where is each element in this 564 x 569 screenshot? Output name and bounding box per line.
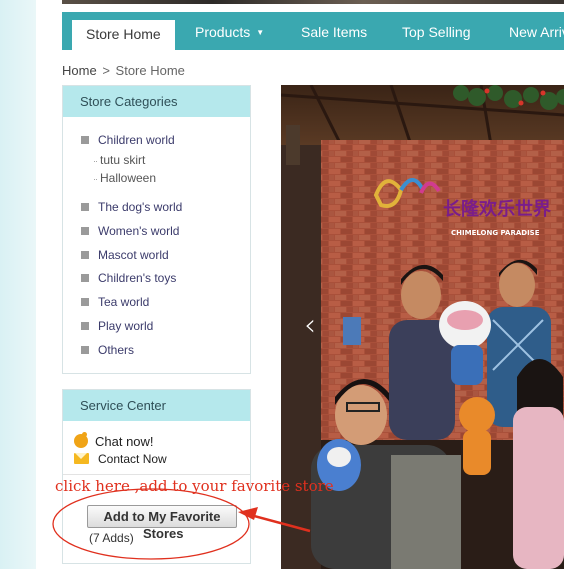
category-tea-world[interactable]: Tea world <box>81 295 149 309</box>
envelope-icon <box>74 453 89 464</box>
square-bullet-icon <box>81 203 89 211</box>
store-categories-title: Store Categories <box>63 86 250 117</box>
store-nav-bar: Store Home Products ▼ Sale Items Top Sell… <box>62 12 564 50</box>
nav-store-home-label: Store Home <box>86 26 161 42</box>
square-bullet-icon <box>81 346 89 354</box>
store-categories-panel: Store Categories Children world ·· tutu s… <box>62 85 251 374</box>
nav-store-home[interactable]: Store Home <box>72 20 175 50</box>
breadcrumb: Home > Store Home <box>62 63 185 78</box>
nav-products-label: Products <box>195 24 251 40</box>
category-label: Children's toys <box>98 271 177 285</box>
category-label: Women's world <box>98 224 180 238</box>
nav-products[interactable]: Products ▼ <box>195 12 264 50</box>
category-childrens-toys[interactable]: Children's toys <box>81 271 176 285</box>
square-bullet-icon <box>81 298 89 306</box>
nav-top-selling[interactable]: Top Selling <box>402 12 471 50</box>
divider <box>63 474 250 475</box>
category-label: Tea world <box>98 295 150 309</box>
svg-text:CHIMELONG PARADISE: CHIMELONG PARADISE <box>451 229 540 237</box>
square-bullet-icon <box>81 251 89 259</box>
chevron-left-icon[interactable]: ‹ <box>304 311 324 342</box>
square-bullet-icon <box>81 274 89 282</box>
category-label: Children world <box>98 133 175 147</box>
category-others[interactable]: Others <box>81 343 134 357</box>
nav-sale-items[interactable]: Sale Items <box>301 12 367 50</box>
nav-new-arrivals[interactable]: New Arrivals <box>509 12 564 50</box>
chat-now-link[interactable]: Chat now! <box>74 432 154 449</box>
favorite-annotation-text: click here ,add to your favorite store <box>55 477 334 495</box>
add-to-favorite-button[interactable]: Add to My Favorite <box>87 505 237 528</box>
subcategory-halloween[interactable]: ·· Halloween <box>93 171 156 185</box>
service-center-title: Service Center <box>63 390 250 421</box>
nav-top-selling-label: Top Selling <box>402 24 471 40</box>
category-mascot-world[interactable]: Mascot world <box>81 248 169 262</box>
breadcrumb-home[interactable]: Home <box>62 63 97 78</box>
category-dogs-world[interactable]: The dog's world <box>81 200 182 214</box>
chevron-down-icon: ▼ <box>256 28 265 38</box>
square-bullet-icon <box>81 136 89 144</box>
breadcrumb-separator: > <box>102 63 110 78</box>
top-banner-strip <box>62 0 564 4</box>
category-label: Others <box>98 343 135 357</box>
category-play-world[interactable]: Play world <box>81 319 153 333</box>
subcategory-label: tutu skirt <box>100 153 146 167</box>
subcategory-label: Halloween <box>100 171 157 185</box>
square-bullet-icon <box>81 227 89 235</box>
favorite-stores-label: Stores <box>143 526 184 541</box>
favorite-count: (7 Adds) <box>89 531 134 545</box>
chat-bubble-icon <box>74 432 88 448</box>
nav-new-arrivals-label: New Arrivals <box>509 24 564 40</box>
nav-sale-items-label: Sale Items <box>301 24 368 40</box>
subcategory-tutu-skirt[interactable]: ·· tutu skirt <box>93 153 145 167</box>
category-children-world[interactable]: Children world <box>81 133 175 147</box>
breadcrumb-current: Store Home <box>115 63 185 78</box>
category-label: Play world <box>98 319 154 333</box>
chat-now-label: Chat now! <box>95 434 154 449</box>
category-label: The dog's world <box>98 200 183 214</box>
sub-bullet-icon: ·· <box>93 174 98 184</box>
contact-now-label: Contact Now <box>98 452 167 466</box>
square-bullet-icon <box>81 322 89 330</box>
contact-now-link[interactable]: Contact Now <box>74 452 167 466</box>
sub-bullet-icon: ·· <box>93 156 98 166</box>
svg-text:长隆欢乐世界: 长隆欢乐世界 <box>443 198 551 220</box>
category-label: Mascot world <box>98 248 169 262</box>
category-womens-world[interactable]: Women's world <box>81 224 179 238</box>
